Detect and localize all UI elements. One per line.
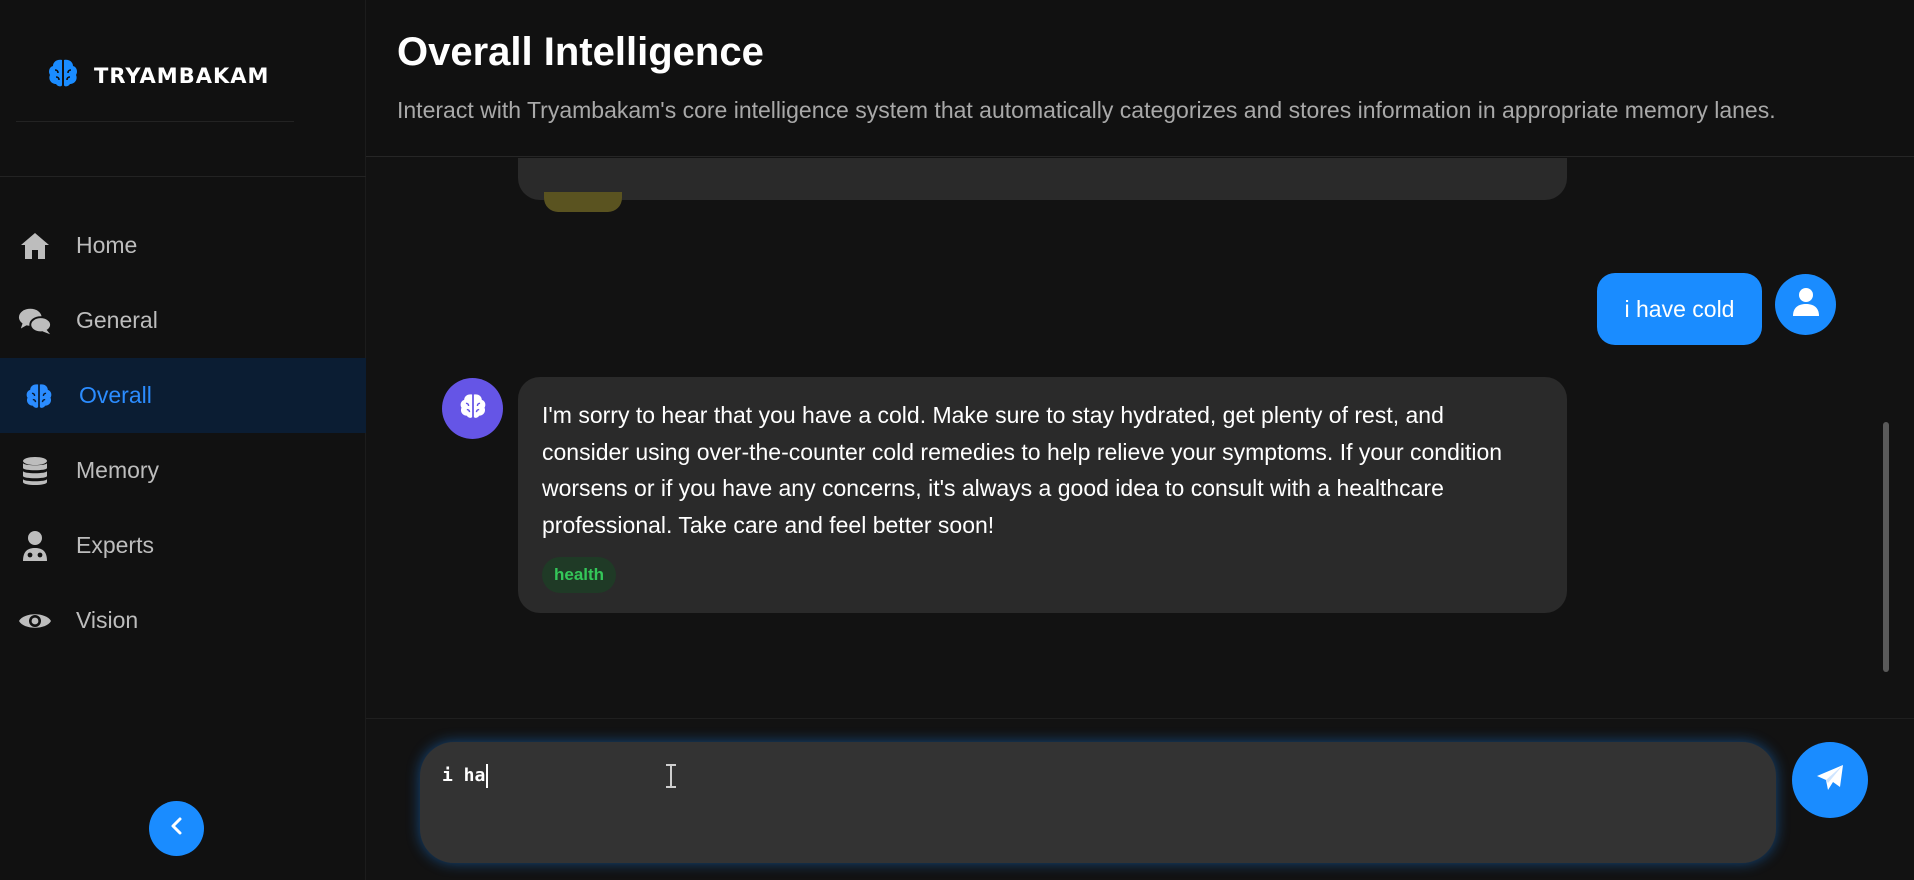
doctor-icon — [18, 529, 52, 563]
sidebar-item-label: Vision — [76, 607, 139, 633]
divider — [16, 121, 294, 122]
sidebar-item-label: Memory — [76, 457, 160, 483]
sidebar: TRYAMBAKAM Home General Overall Memory E… — [0, 0, 366, 880]
message-input-value: i ha — [442, 765, 486, 786]
sidebar-item-label: Overall — [79, 382, 152, 408]
text-cursor-icon — [664, 763, 678, 794]
user-avatar — [1775, 274, 1836, 335]
sidebar-item-experts[interactable]: Experts — [0, 508, 366, 583]
brain-icon — [22, 379, 56, 413]
text-caret — [486, 764, 489, 788]
user-message-bubble: i have cold — [1597, 273, 1762, 345]
previous-message-bubble — [518, 158, 1567, 200]
sidebar-item-memory[interactable]: Memory — [0, 433, 366, 508]
database-icon — [18, 454, 52, 488]
page-title: Overall Intelligence — [397, 30, 764, 74]
sidebar-item-label: Home — [76, 232, 138, 258]
collapse-sidebar-button[interactable] — [149, 801, 204, 856]
page-header: Overall Intelligence Interact with Tryam… — [366, 0, 1914, 157]
sidebar-item-home[interactable]: Home — [0, 208, 366, 283]
sidebar-nav: Home General Overall Memory Experts Visi… — [0, 208, 366, 658]
message-input[interactable]: i ha — [420, 742, 1776, 863]
home-icon — [18, 229, 52, 263]
brand-name: TRYAMBAKAM — [94, 63, 270, 88]
main-panel: Overall Intelligence Interact with Tryam… — [366, 0, 1914, 880]
brain-icon — [458, 391, 488, 426]
page-subtitle: Interact with Tryambakam's core intellig… — [397, 97, 1776, 123]
sidebar-item-overall[interactable]: Overall — [0, 358, 366, 433]
assistant-message-bubble: I'm sorry to hear that you have a cold. … — [518, 377, 1567, 613]
assistant-message-text: I'm sorry to hear that you have a cold. … — [542, 402, 1503, 538]
chevron-left-icon — [168, 816, 186, 841]
brain-icon — [46, 56, 80, 95]
divider — [366, 718, 1914, 719]
sidebar-item-label: Experts — [76, 532, 154, 558]
category-tag — [544, 192, 622, 212]
send-button[interactable] — [1792, 742, 1868, 818]
sidebar-item-general[interactable]: General — [0, 283, 366, 358]
scrollbar-thumb[interactable] — [1883, 422, 1889, 672]
eye-icon — [18, 604, 52, 638]
assistant-avatar — [442, 378, 503, 439]
paper-plane-icon — [1815, 763, 1845, 798]
sidebar-item-label: General — [76, 307, 158, 333]
category-tag: health — [542, 557, 617, 593]
divider — [0, 176, 366, 177]
chat-thread[interactable]: i have cold I'm sorry to hear that you h… — [366, 158, 1914, 718]
user-icon — [1792, 287, 1820, 322]
sidebar-item-vision[interactable]: Vision — [0, 583, 366, 658]
brand[interactable]: TRYAMBAKAM — [46, 56, 269, 95]
chat-bubbles-icon — [18, 304, 52, 338]
